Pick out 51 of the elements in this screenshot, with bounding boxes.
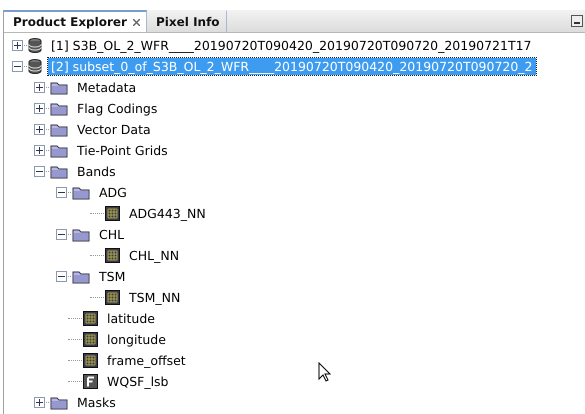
raster-band-icon (83, 353, 98, 368)
raster-band-icon (105, 290, 120, 305)
raster-band-icon (83, 332, 98, 347)
expand-toggle[interactable] (34, 145, 45, 156)
folder-icon (50, 396, 68, 410)
tree-item[interactable]: latitude (104, 310, 158, 327)
tree-item[interactable]: CHL (96, 226, 128, 243)
close-icon[interactable] (132, 18, 140, 26)
expand-toggle[interactable] (34, 397, 45, 408)
database-icon (28, 59, 42, 74)
tree-item[interactable]: Tie-Point Grids (74, 142, 171, 159)
tree-item[interactable]: frame_offset (104, 352, 189, 369)
tree-item[interactable]: TSM (96, 268, 128, 285)
tree-item[interactable]: Vector Data (74, 121, 154, 138)
tree-item[interactable]: Bands (74, 163, 119, 180)
flag-band-icon (83, 374, 98, 389)
tree-item[interactable]: Flag Codings (74, 100, 160, 117)
folder-icon (50, 122, 68, 136)
collapse-toggle[interactable] (34, 166, 45, 177)
tree-item[interactable]: ADG (96, 184, 130, 201)
tab[interactable]: Product Explorer (4, 10, 147, 32)
folder-icon (50, 102, 68, 116)
folder-icon (50, 144, 68, 158)
tree-item[interactable]: Metadata (74, 79, 140, 96)
raster-band-icon (105, 248, 120, 263)
folder-icon (72, 228, 90, 242)
folder-icon (50, 80, 68, 94)
tab[interactable]: Pixel Info (146, 10, 227, 32)
raster-band-icon (105, 206, 120, 221)
database-icon (28, 38, 42, 53)
tree-item[interactable]: CHL_NN (126, 247, 182, 264)
expand-toggle[interactable] (34, 103, 45, 114)
tree-item[interactable]: [1] S3B_OL_2_WFR____20190720T090420_20190720T090720_20190721T17 (48, 37, 534, 54)
raster-band-icon (83, 311, 98, 326)
folder-icon (50, 164, 68, 178)
tree-item[interactable]: ADG443_NN (126, 205, 209, 222)
expand-toggle[interactable] (34, 82, 45, 93)
folder-icon (72, 186, 90, 200)
expand-toggle[interactable] (12, 40, 23, 51)
tree-item[interactable]: longitude (104, 331, 169, 348)
expand-toggle[interactable] (34, 124, 45, 135)
minimize-button[interactable] (571, 15, 583, 27)
tree-item[interactable]: TSM_NN (126, 289, 184, 306)
collapse-toggle[interactable] (56, 187, 67, 198)
mouse-cursor-icon (318, 362, 331, 382)
collapse-toggle[interactable] (12, 61, 23, 72)
collapse-toggle[interactable] (56, 271, 67, 282)
collapse-toggle[interactable] (56, 229, 67, 240)
folder-icon (72, 270, 90, 284)
tree-item[interactable]: Masks (74, 394, 119, 411)
tree-item[interactable]: WQSF_lsb (104, 373, 172, 390)
